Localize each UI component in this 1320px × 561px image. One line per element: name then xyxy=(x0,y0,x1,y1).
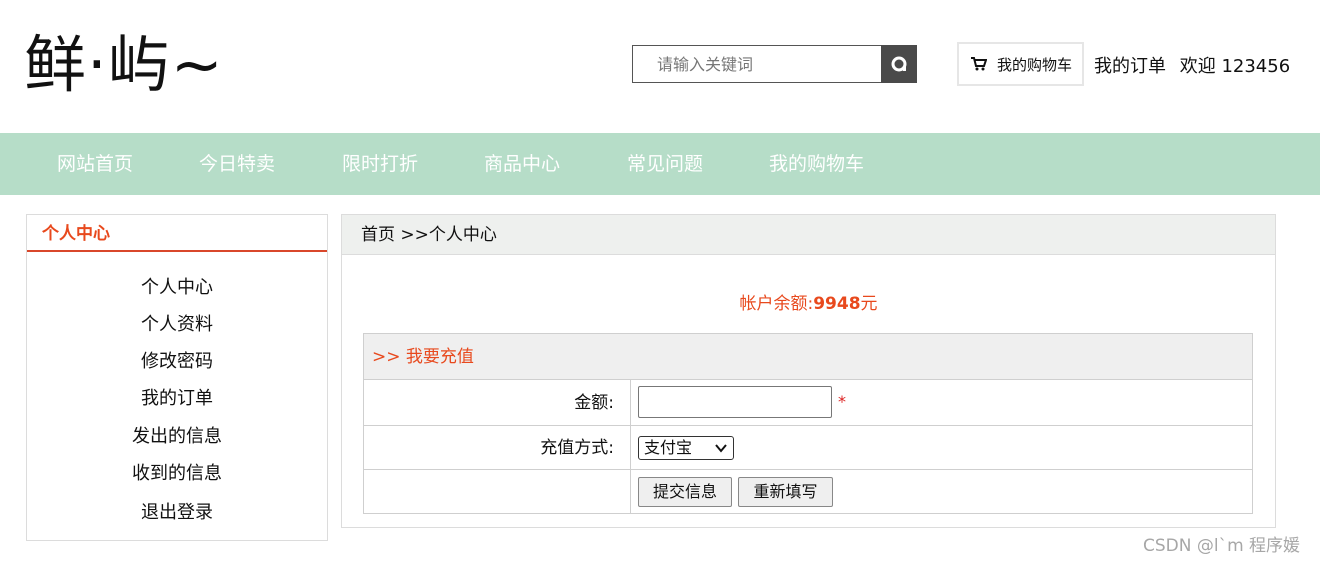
nav-item-products[interactable]: 商品中心 xyxy=(484,133,560,195)
main-nav: 网站首页 今日特卖 限时打折 商品中心 常见问题 我的购物车 xyxy=(0,133,1320,195)
required-mark: * xyxy=(838,392,846,411)
amount-label: 金额: xyxy=(364,380,631,425)
sidebar-item-sent-messages[interactable]: 发出的信息 xyxy=(27,422,327,448)
nav-item-faq[interactable]: 常见问题 xyxy=(627,133,703,195)
payment-method-select[interactable]: 支付宝 xyxy=(638,436,734,460)
my-orders-link[interactable]: 我的订单 xyxy=(1094,56,1166,77)
recharge-form-title: >> 我要充值 xyxy=(364,334,1252,380)
chevron-down-icon xyxy=(715,444,727,453)
amount-row: 金额: * xyxy=(364,380,1252,426)
nav-item-daily-deals[interactable]: 今日特卖 xyxy=(199,133,275,195)
sidebar-item-logout[interactable]: 退出登录 xyxy=(27,498,327,524)
submit-button[interactable]: 提交信息 xyxy=(638,477,732,507)
cart-label: 我的购物车 xyxy=(997,55,1073,74)
sidebar-item-my-orders[interactable]: 我的订单 xyxy=(27,384,327,410)
balance-unit: 元 xyxy=(860,294,878,314)
sidebar-item-change-password[interactable]: 修改密码 xyxy=(27,347,327,373)
welcome-text: 欢迎 123456 xyxy=(1179,56,1291,77)
balance-label: 帐户余额: xyxy=(739,294,814,314)
breadcrumb: 首页 >>个人中心 xyxy=(342,215,1275,255)
site-logo: 鲜·屿~ xyxy=(24,28,224,101)
sidebar-title: 个人中心 xyxy=(27,215,327,252)
nav-item-cart[interactable]: 我的购物车 xyxy=(769,133,864,195)
search-input[interactable] xyxy=(632,45,881,83)
amount-input[interactable] xyxy=(638,386,832,418)
watermark: CSDN @l`m 程序媛 xyxy=(1143,536,1301,556)
nav-item-flash-sale[interactable]: 限时打折 xyxy=(342,133,418,195)
recharge-form: >> 我要充值 金额: * 充值方式: 支付宝 提交信息 重新填写 xyxy=(363,333,1253,514)
search-bar xyxy=(632,45,917,83)
search-icon xyxy=(891,56,907,72)
cart-button[interactable]: 我的购物车 xyxy=(957,42,1084,86)
sidebar-item-profile-info[interactable]: 个人资料 xyxy=(27,310,327,336)
sidebar-item-received-messages[interactable]: 收到的信息 xyxy=(27,459,327,485)
account-balance: 帐户余额:9948元 xyxy=(342,289,1275,314)
actions-row: 提交信息 重新填写 xyxy=(364,470,1252,514)
payment-method-value: 支付宝 xyxy=(644,438,693,457)
balance-value: 9948 xyxy=(813,294,861,314)
method-label: 充值方式: xyxy=(364,426,631,469)
sidebar: 个人中心 个人中心 个人资料 修改密码 我的订单 发出的信息 收到的信息 退出登… xyxy=(26,214,328,541)
search-button[interactable] xyxy=(881,45,917,83)
method-row: 充值方式: 支付宝 xyxy=(364,426,1252,470)
cart-icon xyxy=(971,57,987,71)
top-links: 我的订单 欢迎 123456 xyxy=(1094,52,1298,78)
sidebar-item-profile-center[interactable]: 个人中心 xyxy=(27,273,327,299)
actions-row-spacer xyxy=(364,470,631,514)
main-panel: 首页 >>个人中心 帐户余额:9948元 >> 我要充值 金额: * 充值方式:… xyxy=(341,214,1276,528)
nav-item-home[interactable]: 网站首页 xyxy=(57,133,133,195)
reset-button[interactable]: 重新填写 xyxy=(738,477,833,507)
